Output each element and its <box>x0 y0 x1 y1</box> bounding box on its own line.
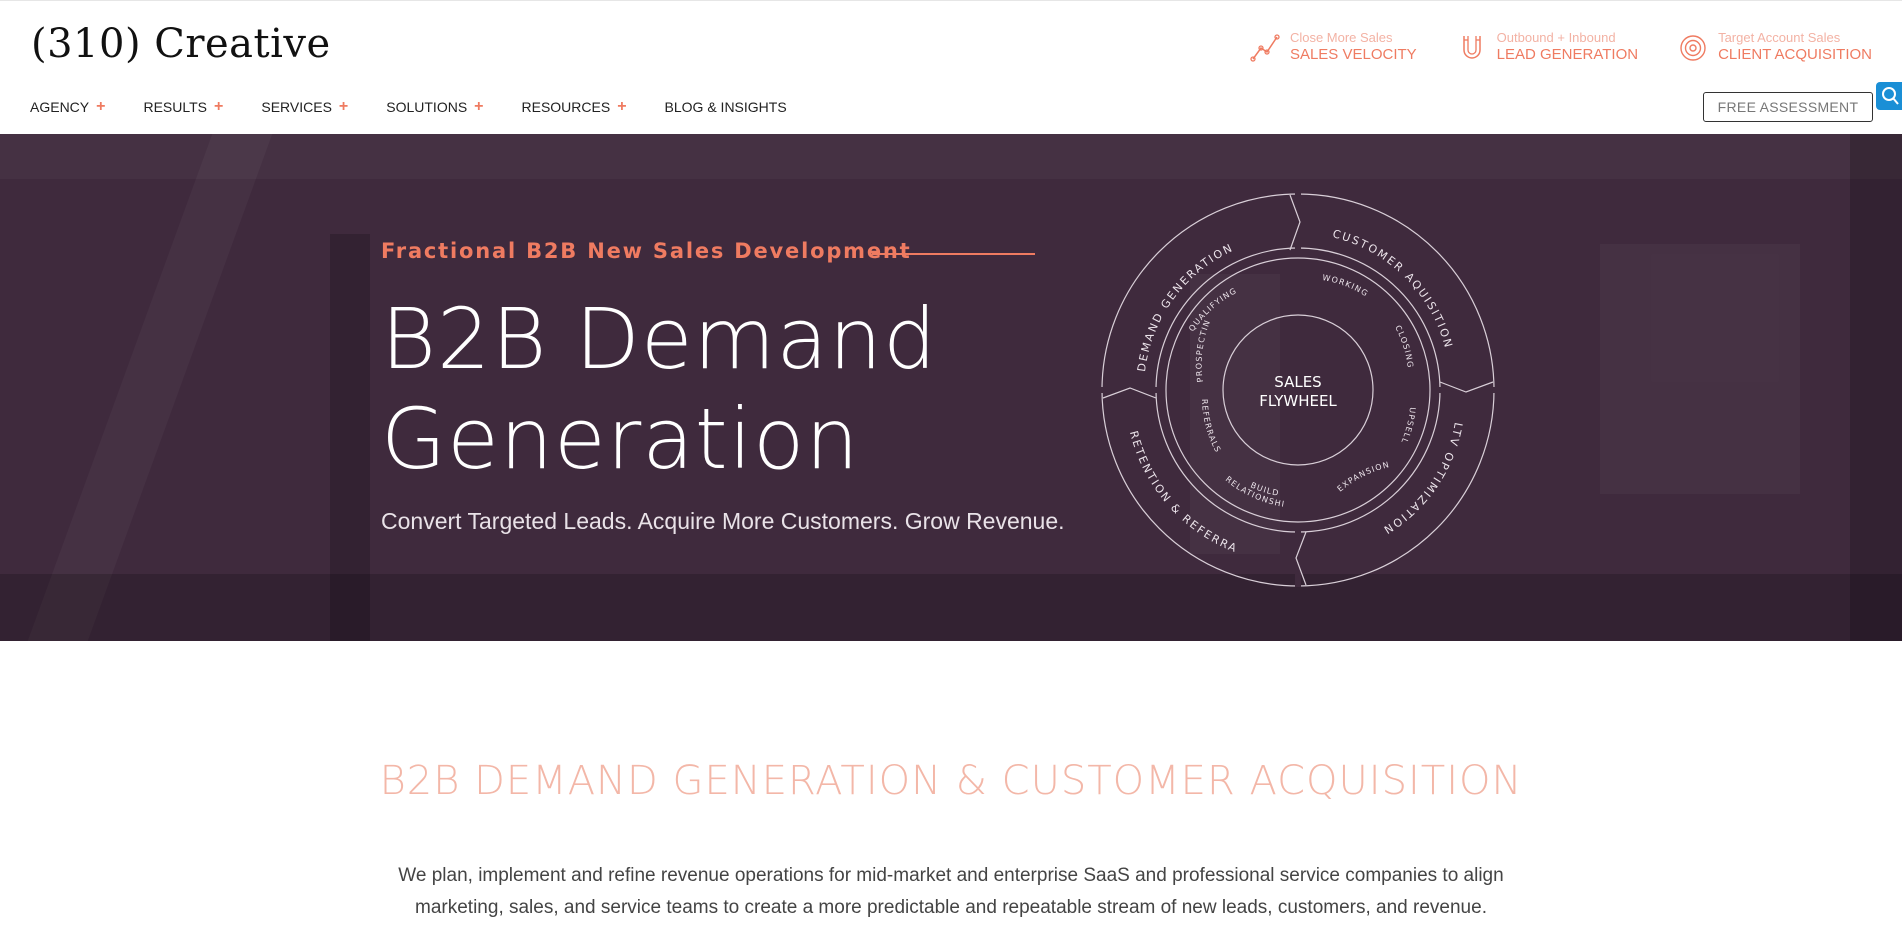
plus-icon: + <box>338 98 349 115</box>
nav-label: RESOURCES <box>521 99 611 115</box>
hero-title: B2B Demand Generation <box>381 289 937 489</box>
plus-icon: + <box>474 98 484 115</box>
top-link-label: SALES VELOCITY <box>1289 46 1417 63</box>
nav-item-solutions[interactable]: SOLUTIONS + <box>386 98 484 116</box>
flywheel-inner-label: EXPANSION <box>1336 460 1391 493</box>
sales-flywheel-diagram: DEMAND GENERATION CUSTOMER AQUISITION LT… <box>1100 192 1495 587</box>
flywheel-inner-label: WORKING <box>1322 273 1371 299</box>
hero-bg-ceiling <box>0 134 1902 179</box>
plus-icon: + <box>214 98 224 115</box>
hero-title-line2: Generation <box>381 390 860 488</box>
top-link-lead-generation[interactable]: Outbound + Inbound LEAD GENERATION <box>1457 31 1638 65</box>
hero-bg-beam <box>28 134 273 641</box>
top-link-client-acquisition[interactable]: Target Account Sales CLIENT ACQUISITION <box>1678 31 1872 65</box>
hero-bg-edge <box>1850 134 1902 641</box>
brand-logo[interactable]: (310) Creative <box>31 21 331 67</box>
hero-subtitle: Convert Targeted Leads. Acquire More Cus… <box>381 508 1065 534</box>
plus-icon: + <box>96 98 106 115</box>
nav-label: AGENCY <box>30 99 90 115</box>
trend-chart-icon <box>1250 34 1280 62</box>
hero-bg-window <box>1600 244 1800 494</box>
flywheel-inner-label: PROSPECTING <box>1100 192 1212 383</box>
top-link-sales-velocity[interactable]: Close More Sales SALES VELOCITY <box>1250 31 1417 65</box>
nav-item-results[interactable]: RESULTS + <box>143 98 224 116</box>
magnet-icon <box>1462 36 1481 59</box>
flywheel-inner-label: RELATIONSHIPS <box>1100 192 1286 509</box>
top-link-label: CLIENT ACQUISITION <box>1718 46 1872 63</box>
section-body: We plan, implement and refine revenue op… <box>398 865 1504 918</box>
flywheel-inner-label: CLOSING <box>1393 324 1415 369</box>
nav-label: BLOG & INSIGHTS <box>664 99 787 115</box>
nav-item-resources[interactable]: RESOURCES + <box>521 98 627 116</box>
eyebrow-divider <box>872 253 1035 255</box>
flywheel-outer-label: LTV OPTIMIZATION <box>1380 421 1465 537</box>
hero-title-line1: B2B Demand <box>381 290 938 388</box>
flywheel-center-line1: SALES <box>1274 373 1321 391</box>
top-links: Close More Sales SALES VELOCITY Outbound… <box>1250 31 1872 65</box>
hero-section: Fractional B2B New Sales Development B2B… <box>0 134 1902 641</box>
flywheel-inner-label: UPSELL <box>1399 407 1417 446</box>
nav-item-services[interactable]: SERVICES + <box>261 98 349 116</box>
nav-item-blog[interactable]: BLOG & INSIGHTS <box>665 99 787 115</box>
top-link-label: LEAD GENERATION <box>1496 46 1639 63</box>
nav-label: SOLUTIONS <box>386 99 468 115</box>
free-assessment-button[interactable]: FREE ASSESSMENT <box>1703 92 1873 122</box>
top-link-kicker: Outbound + Inbound <box>1496 30 1616 45</box>
top-link-kicker: Close More Sales <box>1289 30 1393 45</box>
top-header: (310) Creative Close More Sales SALES VE… <box>0 0 1902 83</box>
hero-bg-floor <box>0 574 1902 641</box>
flywheel-inner-label: REFERRALS <box>1200 399 1223 455</box>
accessibility-icon <box>1882 87 1899 105</box>
nav-label: SERVICES <box>261 99 332 115</box>
target-icon <box>1680 35 1706 61</box>
top-link-kicker: Target Account Sales <box>1718 30 1841 45</box>
flywheel-center-line2: FLYWHEEL <box>1259 392 1337 410</box>
section-title: B2B DEMAND GENERATION & CUSTOMER ACQUISI… <box>379 758 1523 804</box>
main-nav: AGENCY + RESULTS + SERVICES + SOLUTIONS + RE… <box>0 82 1902 134</box>
nav-item-agency[interactable]: AGENCY + <box>30 98 106 116</box>
nav-label: RESULTS <box>143 99 208 115</box>
accessibility-widget[interactable] <box>1876 82 1902 110</box>
plus-icon: + <box>617 98 627 115</box>
hero-eyebrow: Fractional B2B New Sales Development <box>381 239 912 263</box>
